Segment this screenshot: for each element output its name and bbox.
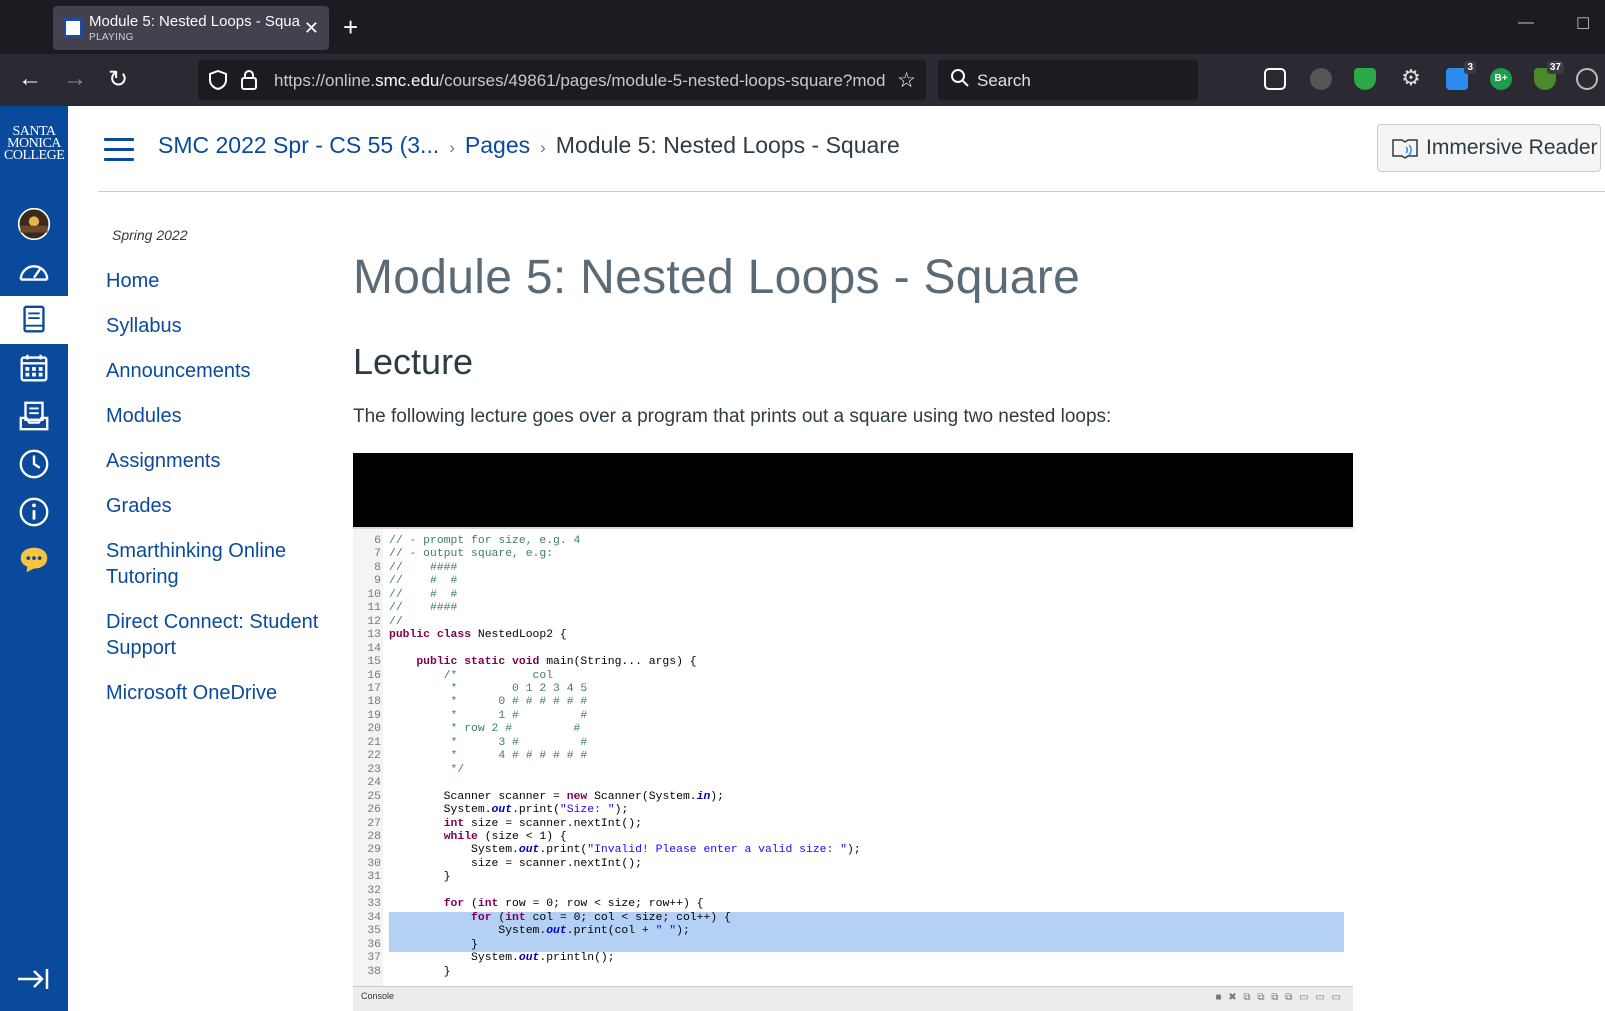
console-toolbar-icons: ■ ✖ ⧉ ⧉ ⧉ ⧉ ▭ ▭ ▭ — [1215, 992, 1343, 1003]
forward-icon[interactable]: → — [63, 65, 87, 93]
account-icon[interactable] — [1576, 68, 1598, 90]
video-frame: 6// - prompt for size, e.g. 4 7// - outp… — [353, 527, 1353, 1011]
video-top-bar — [353, 453, 1353, 527]
back-icon[interactable]: ← — [18, 65, 42, 93]
shield-icon[interactable] — [208, 69, 228, 97]
tab-playing-status: PLAYING — [89, 32, 134, 43]
extension-3-icon[interactable]: 3 — [1446, 61, 1476, 90]
account-avatar[interactable] — [0, 200, 68, 248]
console-tab: Console ■ ✖ ⧉ ⧉ ⧉ ⧉ ▭ ▭ ▭ — [353, 986, 1353, 1011]
page-title: Module 5: Nested Loops - Square — [353, 251, 1081, 304]
grade-extension-icon[interactable]: B+ — [1490, 68, 1512, 90]
extension-37-icon[interactable]: 37 — [1534, 61, 1564, 90]
intro-text: The following lecture goes over a progra… — [353, 406, 1112, 427]
gear-icon[interactable]: ⚙ — [1400, 67, 1422, 90]
lock-icon[interactable] — [240, 69, 258, 97]
extension-eye-icon[interactable] — [1310, 68, 1332, 90]
course-nav-assignments[interactable]: Assignments — [106, 448, 326, 474]
immersive-reader-button[interactable]: Immersive Reader — [1377, 124, 1601, 172]
collapse-nav-icon[interactable] — [16, 966, 50, 998]
smc-favicon — [63, 18, 83, 38]
bookmark-star-icon[interactable]: ☆ — [897, 68, 916, 93]
close-tab-icon[interactable]: ✕ — [304, 18, 319, 39]
url-text: https://online.smc.edu/courses/49861/pag… — [274, 71, 886, 90]
search-icon — [950, 68, 970, 94]
console-label: Console — [361, 991, 395, 1001]
browser-navbar: ← → ↻ https://online.smc.edu/courses/498… — [0, 54, 1605, 106]
minimize-icon[interactable]: — — [1518, 14, 1534, 32]
breadcrumb-pages-link[interactable]: Pages — [465, 132, 530, 158]
page-content: Module 5: Nested Loops - Square Lecture … — [353, 240, 1353, 428]
course-nav: Home Syllabus Announcements Modules Assi… — [106, 268, 326, 725]
breadcrumb-course-link[interactable]: SMC 2022 Spr - CS 55 (3... — [158, 132, 439, 158]
courses-icon[interactable] — [0, 296, 68, 344]
reload-icon[interactable]: ↻ — [108, 65, 128, 94]
breadcrumb-chevron-icon: › — [449, 138, 455, 157]
browser-tabstrip: Module 5: Nested Loops - Square PLAYING … — [0, 0, 1605, 54]
shield-ext-icon[interactable] — [1354, 68, 1376, 90]
browser-tab[interactable]: Module 5: Nested Loops - Square PLAYING … — [53, 6, 329, 50]
course-nav-modules[interactable]: Modules — [106, 403, 326, 429]
new-tab-icon[interactable]: + — [343, 12, 358, 43]
course-nav-grades[interactable]: Grades — [106, 493, 326, 519]
course-nav-home[interactable]: Home — [106, 268, 326, 294]
breadcrumb-chevron-icon: › — [540, 138, 546, 157]
history-clock-icon[interactable] — [0, 440, 68, 488]
course-header: SMC 2022 Spr - CS 55 (3... › Pages › Module … — [98, 106, 1605, 192]
search-placeholder: Search — [977, 71, 1031, 90]
chat-icon[interactable] — [0, 536, 68, 584]
dashboard-icon[interactable] — [0, 248, 68, 296]
tab-title: Module 5: Nested Loops - Square — [89, 13, 301, 30]
section-heading: Lecture — [353, 341, 474, 382]
immersive-reader-icon — [1392, 139, 1418, 159]
url-bar[interactable]: https://online.smc.edu/courses/49861/pag… — [198, 60, 926, 100]
calendar-icon[interactable] — [0, 344, 68, 392]
inbox-icon[interactable] — [0, 392, 68, 440]
course-nav-smarthinking[interactable]: Smarthinking Online Tutoring — [106, 538, 326, 590]
hamburger-menu-icon[interactable] — [104, 138, 134, 168]
global-nav: SANTA MONICA COLLEGE — [0, 106, 68, 1011]
course-nav-announcements[interactable]: Announcements — [106, 358, 326, 384]
breadcrumb-current: Module 5: Nested Loops - Square — [555, 132, 900, 158]
breadcrumb: SMC 2022 Spr - CS 55 (3... › Pages › Module … — [158, 132, 900, 159]
code-listing: 6// - prompt for size, e.g. 4 7// - outp… — [353, 535, 1344, 979]
term-label: Spring 2022 — [112, 227, 188, 243]
course-nav-syllabus[interactable]: Syllabus — [106, 313, 326, 339]
pocket-icon[interactable] — [1264, 68, 1286, 90]
lecture-video-player[interactable]: 6// - prompt for size, e.g. 4 7// - outp… — [353, 453, 1353, 1011]
course-nav-onedrive[interactable]: Microsoft OneDrive — [106, 680, 326, 706]
smc-logo[interactable]: SANTA MONICA COLLEGE — [4, 125, 65, 163]
course-nav-direct-connect[interactable]: Direct Connect: Student Support — [106, 609, 326, 661]
maximize-icon[interactable]: ☐ — [1576, 14, 1590, 34]
immersive-reader-label: Immersive Reader — [1426, 136, 1598, 159]
search-bar[interactable]: Search — [938, 60, 1198, 100]
help-info-icon[interactable] — [0, 488, 68, 536]
